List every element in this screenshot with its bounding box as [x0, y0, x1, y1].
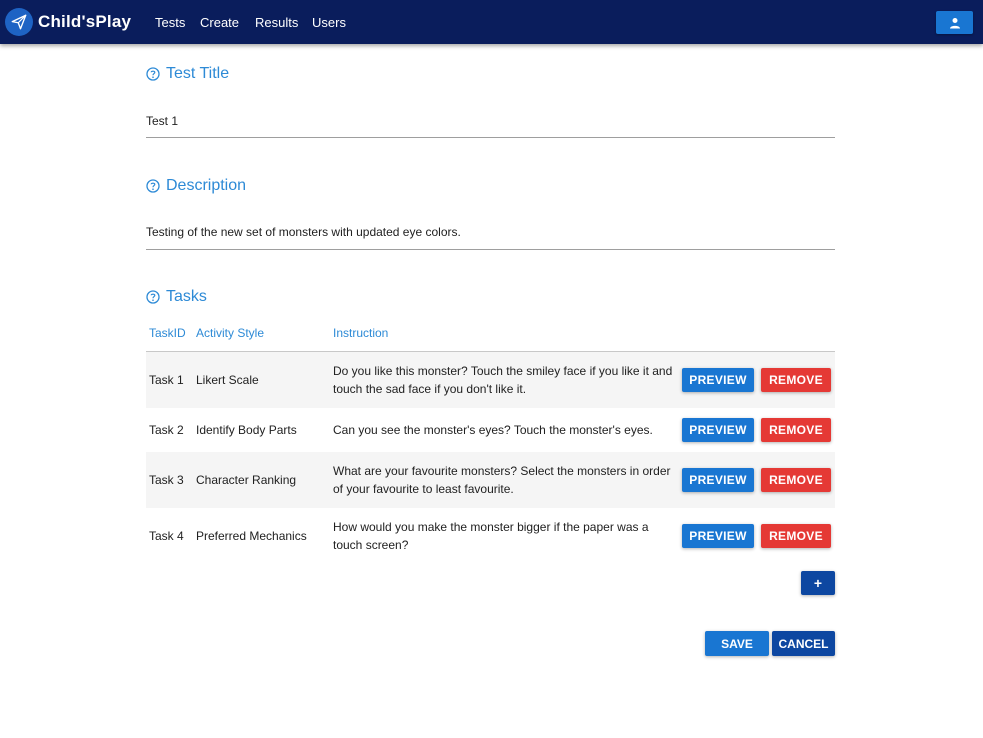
- preview-button[interactable]: PREVIEW: [682, 418, 754, 442]
- test-title-label: Test Title: [166, 65, 230, 82]
- instruction-line-1: Do you like this monster? Touch the smil…: [333, 364, 673, 378]
- cancel-button[interactable]: CANCEL: [772, 631, 835, 656]
- task-id-cell: Task 2: [149, 423, 184, 437]
- test-title-header: Test Title: [146, 65, 229, 83]
- user-button[interactable]: [936, 11, 973, 34]
- help-circle-icon[interactable]: [146, 67, 160, 81]
- add-task-button[interactable]: +: [801, 571, 835, 595]
- help-circle-icon[interactable]: [146, 290, 160, 304]
- column-header-taskid: TaskID: [149, 326, 186, 340]
- description-label: Description: [166, 177, 247, 194]
- activity-style-cell: Identify Body Parts: [196, 423, 297, 437]
- instruction-line-2: touch screen?: [333, 538, 409, 552]
- nav-tests[interactable]: Tests: [155, 15, 185, 30]
- instruction-line-2: of your favourite to least favourite.: [333, 482, 514, 496]
- table-row: Task 4 Preferred Mechanics How would you…: [146, 508, 835, 564]
- tasks-header: Tasks: [146, 288, 207, 306]
- test-title-input[interactable]: Test 1: [146, 114, 178, 128]
- nav-results[interactable]: Results: [255, 15, 298, 30]
- instruction-line-1: What are your favourite monsters? Select…: [333, 464, 671, 478]
- nav-create[interactable]: Create: [200, 15, 239, 30]
- activity-style-cell: Character Ranking: [196, 473, 297, 487]
- column-header-activity-style: Activity Style: [196, 326, 265, 340]
- top-navbar: Child'sPlay Tests Create Results Users: [0, 0, 983, 44]
- column-header-instruction: Instruction: [333, 326, 389, 340]
- remove-button[interactable]: REMOVE: [761, 468, 831, 492]
- description-header: Description: [146, 177, 246, 195]
- table-row: Task 2 Identify Body Parts Can you see t…: [146, 408, 835, 452]
- remove-button[interactable]: REMOVE: [761, 418, 831, 442]
- nav-users[interactable]: Users: [312, 15, 346, 30]
- brand[interactable]: Child'sPlay: [5, 8, 131, 36]
- help-circle-icon[interactable]: [146, 179, 160, 193]
- save-button[interactable]: SAVE: [705, 631, 769, 656]
- description-input[interactable]: Testing of the new set of monsters with …: [146, 225, 461, 239]
- activity-style-cell: Preferred Mechanics: [196, 529, 307, 543]
- test-title-underline: [146, 137, 835, 138]
- tasks-label: Tasks: [166, 288, 207, 305]
- instruction-line-2: touch the sad face if you don't like it.: [333, 382, 527, 396]
- paper-plane-icon: [5, 8, 33, 36]
- remove-button[interactable]: REMOVE: [761, 368, 831, 392]
- task-id-cell: Task 1: [149, 373, 184, 387]
- instruction-line-1: Can you see the monster's eyes? Touch th…: [333, 423, 653, 437]
- remove-button[interactable]: REMOVE: [761, 524, 831, 548]
- instruction-line-1: How would you make the monster bigger if…: [333, 520, 649, 534]
- task-id-cell: Task 4: [149, 529, 184, 543]
- activity-style-cell: Likert Scale: [196, 373, 259, 387]
- user-icon: [949, 17, 961, 29]
- table-row: Task 1 Likert Scale Do you like this mon…: [146, 352, 835, 408]
- brand-name: Child'sPlay: [38, 12, 132, 31]
- table-row: Task 3 Character Ranking What are your f…: [146, 452, 835, 508]
- task-id-cell: Task 3: [149, 473, 184, 487]
- preview-button[interactable]: PREVIEW: [682, 468, 754, 492]
- description-underline: [146, 249, 835, 250]
- preview-button[interactable]: PREVIEW: [682, 524, 754, 548]
- preview-button[interactable]: PREVIEW: [682, 368, 754, 392]
